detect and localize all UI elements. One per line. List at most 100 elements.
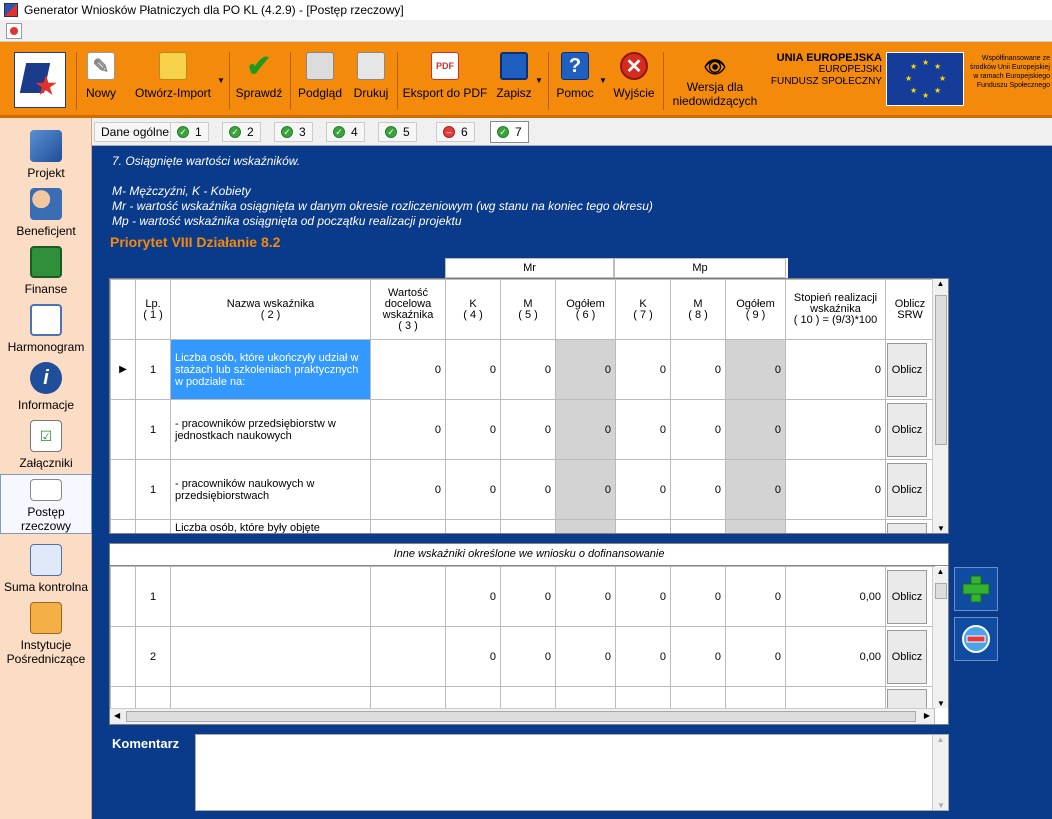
scroll-up-icon[interactable]: ▲ [933, 735, 948, 744]
error-icon: – [443, 126, 455, 138]
col-o6[interactable]: Ogółem( 6 ) [555, 279, 616, 340]
scroll-up-icon[interactable]: ▲ [933, 567, 948, 576]
col-wartosc[interactable]: Wartość docelowa wskaźnika( 3 ) [370, 279, 446, 340]
tab-dane-ogolne[interactable]: Dane ogólne [94, 122, 177, 142]
checksum-icon [30, 544, 62, 576]
col-srw[interactable]: Oblicz SRW [885, 279, 935, 340]
col-stopien[interactable]: Stopień realizacji wskaźnika( 10 ) = (9/… [785, 279, 886, 340]
scroll-left-icon[interactable]: ◀ [114, 711, 120, 720]
col-nazwa[interactable]: Nazwa wskaźnika( 2 ) [170, 279, 371, 340]
tab-1[interactable]: ✓ 1 [170, 122, 209, 142]
cofinancing-note: Współfinansowane ze środków Unii Europej… [969, 55, 1050, 89]
sidebar-item-zalaczniki[interactable]: ☑ Załączniki [0, 420, 92, 470]
pdf-icon: PDF [431, 52, 459, 80]
tab-2[interactable]: ✓ 2 [222, 122, 261, 142]
folder-icon [159, 52, 187, 80]
scroll-down-icon[interactable]: ▼ [933, 699, 948, 708]
oblicz-button[interactable]: Oblicz [887, 342, 927, 397]
grid2-vertical-scrollbar[interactable]: ▲ ▼ [932, 567, 948, 708]
scroll-up-icon[interactable]: ▲ [933, 279, 948, 288]
col-k4[interactable]: K( 4 ) [445, 279, 501, 340]
tab-6[interactable]: –6 [436, 122, 475, 142]
grid2-horizontal-scrollbar[interactable]: ◀ ▶ [110, 708, 934, 724]
open-dropdown-icon[interactable]: ▼ [217, 76, 225, 85]
tab-7[interactable]: ✓ 7 [490, 121, 529, 143]
cell-name[interactable]: - pracowników naukowych w przedsiębiorst… [170, 459, 371, 520]
row-selector-header [110, 279, 136, 340]
col-m8[interactable]: M( 8 ) [670, 279, 726, 340]
sidebar-item-finanse[interactable]: Finanse [0, 246, 92, 296]
check-icon: ✓ [333, 126, 345, 138]
oblicz-button[interactable]: Oblicz [887, 462, 927, 517]
save-dropdown-icon[interactable]: ▼ [535, 76, 543, 85]
col-k7[interactable]: K( 7 ) [615, 279, 671, 340]
scroll-right-icon[interactable]: ▶ [924, 711, 930, 720]
table-row[interactable]: Liczba osób, które były objęte [110, 519, 935, 533]
toolbar-separator [397, 52, 398, 110]
help-button[interactable]: ? Pomoc [553, 48, 597, 114]
progress-document-icon [30, 479, 62, 501]
col-m5[interactable]: M( 5 ) [500, 279, 556, 340]
cell-name[interactable]: - pracowników przedsiębiorstw w jednostk… [170, 399, 371, 460]
scroll-down-icon[interactable]: ▼ [933, 801, 949, 810]
preview-button[interactable]: Podgląd [296, 48, 344, 114]
table-row[interactable]: 1 - pracowników naukowych w przedsiębior… [110, 459, 935, 520]
save-button[interactable]: Zapisz [494, 48, 534, 114]
sidebar-item-postep-rzeczowy[interactable]: Postęp rzeczowy [0, 474, 92, 534]
col-lp[interactable]: Lp.( 1 ) [135, 279, 171, 340]
help-icon: ? [561, 52, 589, 80]
cell-name[interactable]: Liczba osób, które były objęte [170, 519, 371, 533]
sidebar-item-suma-kontrolna[interactable]: Suma kontrolna [0, 544, 92, 594]
scroll-thumb[interactable] [935, 583, 947, 599]
tab-strip: Dane ogólne ✓ 1 ✓ 2 ✓ 3 ✓ 4 ✓ 5 –6 ✓ 7 [92, 118, 1052, 146]
comment-scrollbar[interactable]: ▲ ▼ [932, 735, 948, 810]
table-row[interactable]: ▶ 1 Liczba osób, które ukończyły udział … [110, 339, 935, 400]
sidebar-item-harmonogram[interactable]: Harmonogram [0, 304, 92, 354]
h-scroll-thumb[interactable] [126, 711, 916, 722]
cell-name[interactable] [170, 626, 371, 687]
sidebar: Projekt Beneficjent Finanse Harmonogram … [0, 118, 92, 819]
oblicz-button[interactable]: Oblicz [887, 402, 927, 457]
help-dropdown-icon[interactable]: ▼ [599, 76, 607, 85]
oblicz-button[interactable]: Oblicz [887, 629, 927, 684]
grid1-vertical-scrollbar[interactable]: ▲ ▼ [932, 279, 948, 533]
grid2-header: Inne wskaźniki określone we wniosku o do… [110, 544, 948, 566]
sidebar-item-projekt[interactable]: Projekt [0, 130, 92, 180]
tab-5[interactable]: ✓ 5 [378, 122, 417, 142]
tab-4[interactable]: ✓ 4 [326, 122, 365, 142]
check-button[interactable]: ✔ Sprawdź [234, 48, 284, 114]
comment-textarea[interactable]: ▲ ▼ [195, 734, 949, 811]
table-row[interactable]: 1 0 0 0 0 0 0 0,00 Oblicz [110, 566, 935, 627]
sidebar-item-instytucje[interactable]: Instytucje Pośredniczące [0, 602, 92, 666]
sidebar-item-beneficjent[interactable]: Beneficjent [0, 188, 92, 238]
remove-row-button[interactable] [954, 617, 998, 661]
new-button[interactable]: ✎ Nowy [82, 48, 120, 114]
table-row[interactable]: 2 0 0 0 0 0 0 0,00 Oblicz [110, 626, 935, 687]
check-icon: ✓ [177, 126, 189, 138]
tab-3[interactable]: ✓ 3 [274, 122, 313, 142]
scroll-thumb[interactable] [935, 295, 947, 445]
cell-name[interactable]: Liczba osób, które ukończyły udział w st… [170, 339, 371, 400]
scroll-down-icon[interactable]: ▼ [933, 524, 948, 533]
add-row-button[interactable] [954, 567, 998, 611]
sidebar-item-informacje[interactable]: i Informacje [0, 362, 92, 412]
low-vision-button[interactable]: 👁 Wersja dla niedowidzących [668, 48, 762, 114]
print-button[interactable]: Drukuj [351, 48, 391, 114]
export-pdf-button[interactable]: PDF Eksport do PDF [402, 48, 488, 114]
toolbar-separator [229, 52, 230, 110]
check-icon: ✓ [229, 126, 241, 138]
oblicz-button[interactable]: Oblicz [887, 569, 927, 624]
section-title: 7. Osiągnięte wartości wskaźników. [112, 154, 301, 168]
col-o9[interactable]: Ogółem( 9 ) [725, 279, 786, 340]
oblicz-button[interactable] [887, 522, 927, 533]
minus-icon [962, 625, 990, 653]
exit-button[interactable]: ✕ Wyjście [610, 48, 658, 114]
legend-line-1: M- Mężczyźni, K - Kobiety [112, 184, 251, 198]
check-icon: ✓ [281, 126, 293, 138]
group-header: Mr Mp [445, 258, 788, 278]
open-import-button[interactable]: Otwórz-Import [130, 48, 216, 114]
toolbar-separator [663, 52, 664, 110]
cell-name[interactable] [170, 566, 371, 627]
document-icon[interactable] [6, 23, 22, 39]
table-row[interactable]: 1 - pracowników przedsiębiorstw w jednos… [110, 399, 935, 460]
